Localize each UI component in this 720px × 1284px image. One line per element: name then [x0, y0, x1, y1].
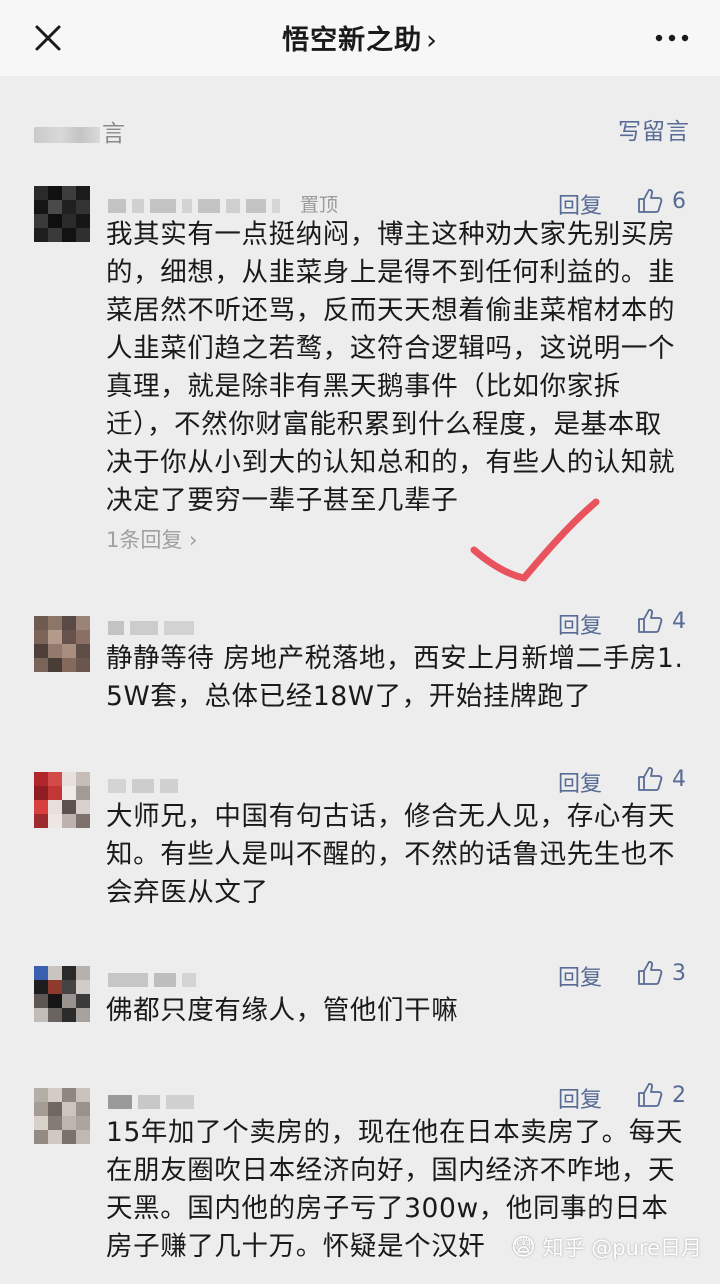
- thumbs-up-icon: [638, 609, 663, 633]
- comment-text: 静静等待 房地产税落地，西安上月新增二手房1.5W套，总体已经18W了，开始挂牌…: [106, 643, 684, 712]
- blurred-username: [108, 970, 196, 990]
- thumbs-up-icon: [638, 1083, 663, 1107]
- avatar[interactable]: [34, 186, 90, 242]
- like-count: 6: [672, 188, 686, 214]
- avatar[interactable]: [34, 772, 90, 828]
- watermark-text: 知乎 @pure日月: [542, 1236, 702, 1260]
- avatar[interactable]: [34, 966, 90, 1022]
- like-button[interactable]: 2: [636, 1080, 686, 1110]
- reply-button[interactable]: 回复: [558, 1082, 602, 1114]
- reply-button[interactable]: 回复: [558, 960, 602, 992]
- comments-section-header: 言 写留言: [34, 110, 690, 148]
- comment-text: 佛都只度有缘人，管他们干嘛: [106, 995, 459, 1026]
- comment-item: 回复 4 大师兄，中国有句古话，修合无人见，存心有天知。有些人是叫不醒的，不然的…: [0, 764, 720, 914]
- avatar[interactable]: [34, 616, 90, 672]
- chevron-right-icon: ›: [426, 25, 438, 56]
- like-count: 3: [672, 960, 686, 986]
- like-button[interactable]: 3: [636, 958, 686, 988]
- like-button[interactable]: 6: [636, 186, 686, 216]
- like-button[interactable]: 4: [636, 606, 686, 636]
- like-count: 4: [672, 766, 686, 792]
- account-title-link[interactable]: 悟空新之助 ›: [0, 18, 720, 57]
- comment-item: 回复 3 佛都只度有缘人，管他们干嘛: [0, 958, 720, 1038]
- account-title: 悟空新之助: [282, 25, 423, 56]
- more-icon[interactable]: [652, 24, 692, 52]
- like-button[interactable]: 4: [636, 764, 686, 794]
- reply-count-label: 1条回复: [106, 528, 183, 552]
- scared-emoji: 😨: [510, 1233, 536, 1261]
- section-label: 言: [34, 114, 125, 148]
- comment-text: 我其实有一点挺纳闷，博主这种劝大家先别买房的，细想，从韭菜身上是得不到任何利益的…: [106, 219, 676, 516]
- avatar[interactable]: [34, 1088, 90, 1144]
- comment-text: 大师兄，中国有句古话，修合无人见，存心有天知。有些人是叫不醒的，不然的话鲁迅先生…: [106, 801, 676, 908]
- section-label-suffix: 言: [102, 121, 125, 147]
- check-mark: [470, 498, 600, 582]
- blurred-username: [108, 618, 194, 638]
- blurred-username: [108, 776, 178, 796]
- reply-count-link[interactable]: 1条回复 ›: [106, 524, 197, 554]
- blurred-username: [108, 196, 280, 216]
- chevron-right-icon: ›: [182, 528, 198, 552]
- write-comment-link[interactable]: 写留言: [618, 112, 690, 146]
- top-navigation-bar: 悟空新之助 ›: [0, 0, 720, 76]
- reply-button[interactable]: 回复: [558, 608, 602, 640]
- thumbs-up-icon: [638, 767, 663, 791]
- comment-item: 回复 4 静静等待 房地产税落地，西安上月新增二手房1.5W套，总体已经18W了…: [0, 606, 720, 716]
- thumbs-up-icon: [638, 961, 663, 985]
- blurred-username: [108, 1092, 194, 1112]
- like-count: 2: [672, 1082, 686, 1108]
- blurred-label: [34, 126, 100, 143]
- comment-item: 置顶 回复 6 我其实有一点挺纳闷，博主这种劝大家先别买房的，细想，从韭菜身上是…: [0, 186, 720, 566]
- pinned-tag: 置顶: [300, 194, 339, 216]
- reply-button[interactable]: 回复: [558, 766, 602, 798]
- zhihu-watermark: 😨 知乎 @pure日月: [511, 1232, 702, 1262]
- thumbs-up-icon: [638, 189, 663, 213]
- like-count: 4: [672, 608, 686, 634]
